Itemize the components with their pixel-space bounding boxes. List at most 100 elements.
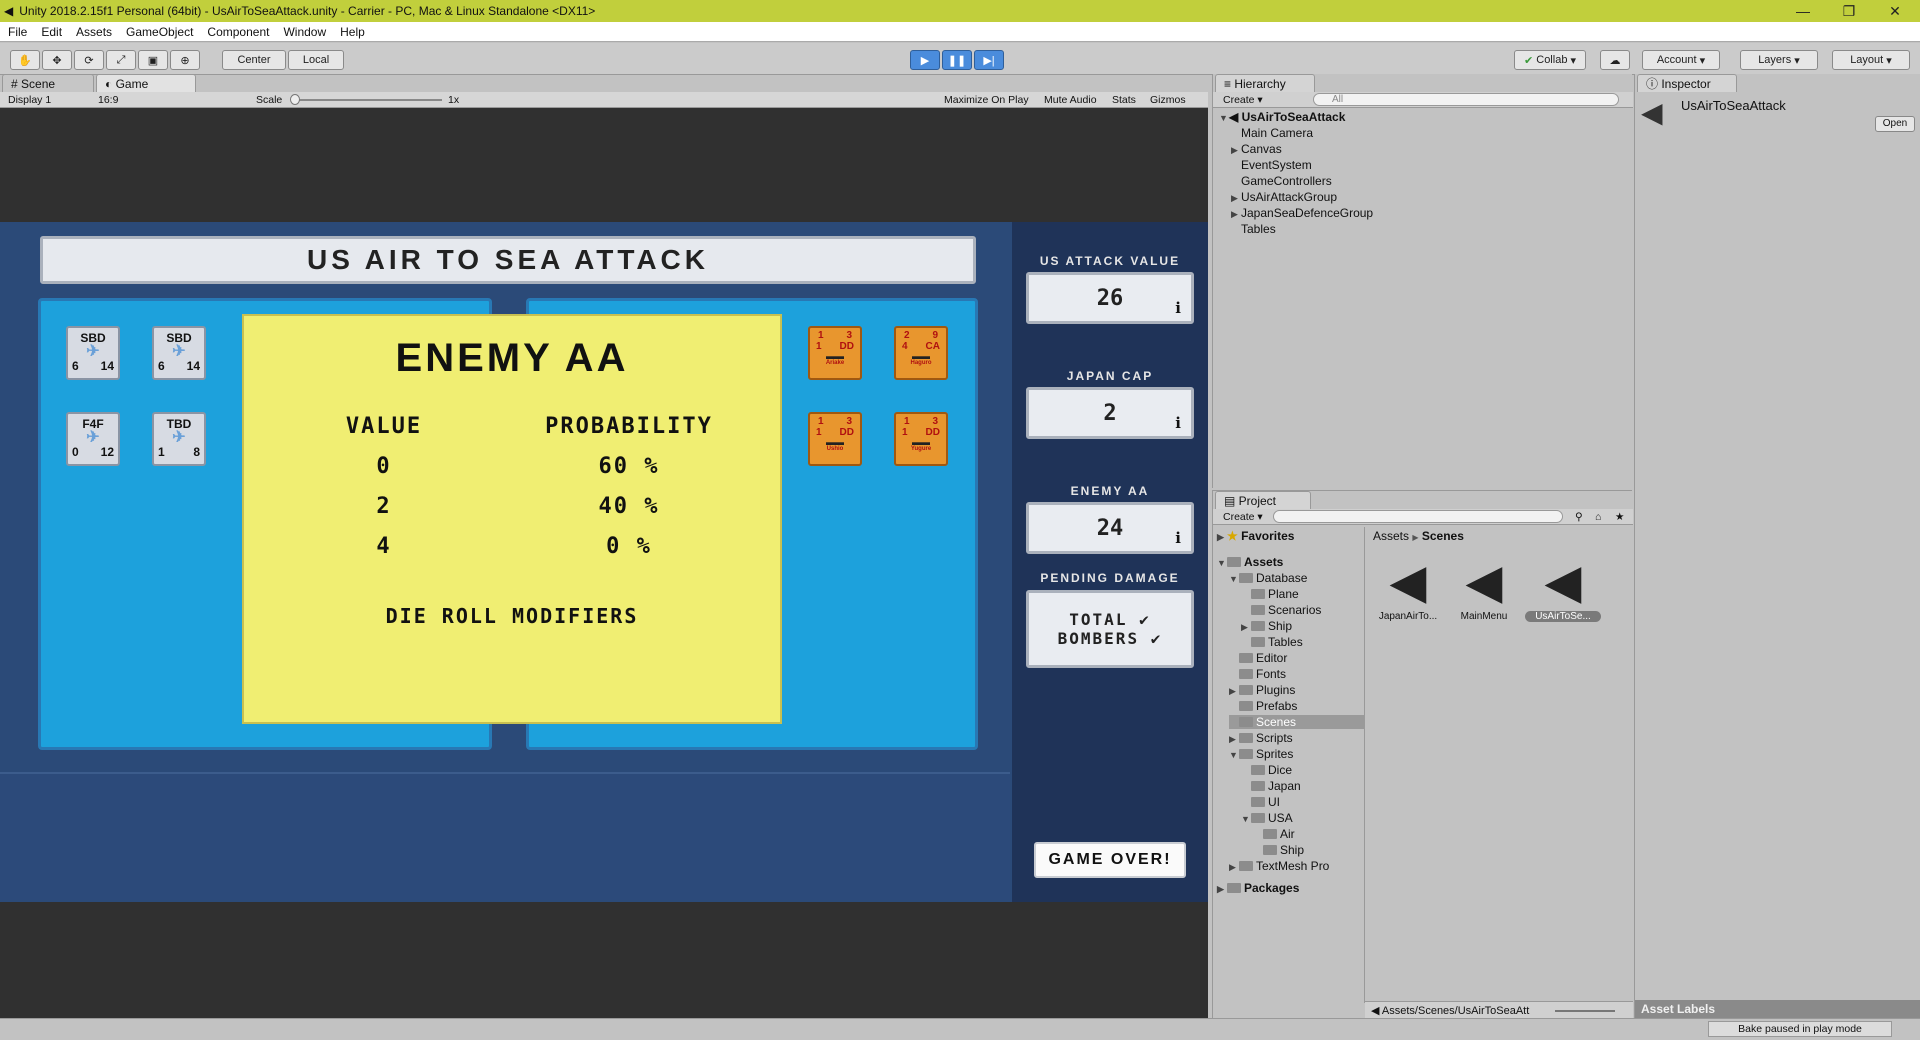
layers-dropdown[interactable]: Layers ▾ [1740,50,1818,70]
display-dropdown[interactable]: Display 1 [8,94,51,106]
folder-item[interactable]: ▶ TextMesh Pro [1229,859,1365,873]
favorites-item[interactable]: ▶ ★ Favorites [1217,529,1294,543]
hierarchy-item[interactable]: ▶ Canvas [1231,142,1282,156]
cloud-icon[interactable]: ☁ [1600,50,1630,70]
menu-help[interactable]: Help [340,25,365,39]
folder-item[interactable]: Tables [1241,635,1365,649]
expand-arrow-icon[interactable]: ▶ [1231,193,1241,204]
maximize-button[interactable]: ❐ [1826,0,1872,22]
folder-item[interactable]: Air [1253,827,1365,841]
info-icon[interactable]: i [1175,414,1181,432]
scene-asset-japan[interactable]: ◀ JapanAirTo... [1373,555,1443,622]
gizmos-dropdown[interactable]: Gizmos [1150,94,1186,106]
filter-type-icon[interactable]: ⚲ [1575,511,1583,523]
menu-assets[interactable]: Assets [76,25,112,39]
pivot-center-button[interactable]: Center [222,50,286,70]
close-button[interactable]: ✕ [1872,0,1918,22]
play-icon[interactable]: ▶ [910,50,940,70]
scale-tool-icon[interactable]: ⤢ [106,50,136,70]
tab-hierarchy[interactable]: ≡ Hierarchy [1215,74,1315,92]
filter-label-icon[interactable]: ⌂ [1595,511,1601,523]
us-counter-tbd[interactable]: TBD ✈ 18 [152,412,206,466]
expand-arrow-icon[interactable]: ▼ [1217,558,1227,568]
folder-item[interactable]: Plane [1241,587,1365,601]
collab-button[interactable]: ✔ Collab ▾ [1514,50,1586,70]
folder-item[interactable]: Scenarios [1241,603,1365,617]
expand-arrow-icon[interactable]: ▶ [1229,862,1239,873]
scale-slider[interactable] [292,99,442,101]
menu-edit[interactable]: Edit [41,25,62,39]
japan-counter-ushio[interactable]: 13 1 DD ▬▬ Ushio [808,412,862,466]
folder-item[interactable]: ▼ USA [1241,811,1365,825]
hierarchy-item[interactable]: EventSystem [1231,158,1312,172]
hand-tool-icon[interactable]: ✋ [10,50,40,70]
folder-item[interactable]: Prefabs [1229,699,1365,713]
folder-item[interactable]: ▶ Plugins [1229,683,1365,697]
expand-arrow-icon[interactable]: ▼ [1241,814,1251,824]
tab-project[interactable]: ▤ Project [1215,491,1311,509]
stats-toggle[interactable]: Stats [1112,94,1136,106]
hierarchy-create-button[interactable]: Create ▾ [1223,94,1263,106]
folder-item[interactable]: Dice [1241,763,1365,777]
us-counter-f4f[interactable]: F4F ✈ 0 12 [66,412,120,466]
maximize-on-play-toggle[interactable]: Maximize On Play [944,94,1029,106]
expand-arrow-icon[interactable]: ▶ [1231,145,1241,156]
us-counter-sbd-2[interactable]: SBD ✈ 6 14 [152,326,206,380]
folder-item[interactable]: Scenes [1229,715,1365,729]
expand-arrow-icon[interactable]: ▼ [1229,750,1239,760]
us-counter-sbd-1[interactable]: SBD ✈ 6 14 [66,326,120,380]
aspect-dropdown[interactable]: 16:9 [98,94,118,106]
expand-arrow-icon[interactable]: ▶ [1217,884,1227,895]
japan-counter-ariake[interactable]: 13 1 DD ▬▬ Ariake [808,326,862,380]
expand-arrow-icon[interactable]: ▼ [1219,113,1229,123]
assets-root[interactable]: ▼ Assets [1217,555,1283,569]
expand-arrow-icon[interactable]: ▶ [1217,532,1227,543]
hierarchy-item[interactable]: GameControllers [1231,174,1332,188]
info-icon[interactable]: i [1175,299,1181,317]
move-tool-icon[interactable]: ✥ [42,50,72,70]
rect-tool-icon[interactable]: ▣ [138,50,168,70]
expand-arrow-icon[interactable]: ▶ [1241,622,1251,633]
hierarchy-item[interactable]: Tables [1231,222,1276,236]
expand-arrow-icon[interactable]: ▶ [1229,686,1239,697]
folder-item[interactable]: ▼ Database [1229,571,1365,585]
step-icon[interactable]: ▶| [974,50,1004,70]
scene-asset-usairtosea[interactable]: ◀ UsAirToSe... [1525,555,1601,622]
favorite-star-icon[interactable]: ★ [1615,511,1624,523]
folder-item[interactable]: ▼ Sprites [1229,747,1365,761]
folder-item[interactable]: Editor [1229,651,1365,665]
folder-item[interactable]: Fonts [1229,667,1365,681]
info-icon[interactable]: i [1175,529,1181,547]
menu-gameobject[interactable]: GameObject [126,25,193,39]
game-over-button[interactable]: GAME OVER! [1034,842,1186,878]
hierarchy-item[interactable]: Main Camera [1231,126,1313,140]
hierarchy-search-input[interactable]: All [1313,93,1619,106]
menu-file[interactable]: File [8,25,27,39]
pause-icon[interactable]: ❚❚ [942,50,972,70]
scene-asset-mainmenu[interactable]: ◀ MainMenu [1449,555,1519,622]
scale-slider-handle[interactable] [290,94,300,105]
project-search-input[interactable] [1273,510,1563,523]
hierarchy-item[interactable]: ▶ JapanSeaDefenceGroup [1231,206,1373,220]
folder-item[interactable]: ▶ Ship [1241,619,1365,633]
layout-dropdown[interactable]: Layout ▾ [1832,50,1910,70]
folder-item[interactable]: Ship [1253,843,1365,857]
breadcrumb-assets[interactable]: Assets [1373,529,1409,543]
expand-arrow-icon[interactable]: ▶ [1229,734,1239,745]
project-create-button[interactable]: Create ▾ [1223,511,1263,523]
menu-window[interactable]: Window [283,25,326,39]
japan-counter-haguro[interactable]: 29 4 CA ▬▬ Haguro [894,326,948,380]
tab-scene[interactable]: # Scene [2,74,94,92]
tab-game[interactable]: ◐ Game [96,74,196,92]
japan-counter-yugure[interactable]: 13 1 DD ▬▬ Yugure [894,412,948,466]
hierarchy-root[interactable]: ▼◀ UsAirToSeaAttack [1219,110,1345,124]
menu-component[interactable]: Component [207,25,269,39]
hierarchy-item[interactable]: ▶ UsAirAttackGroup [1231,190,1337,204]
asset-labels-bar[interactable]: Asset Labels [1635,1000,1920,1018]
folder-item[interactable]: Japan [1241,779,1365,793]
tab-inspector[interactable]: ⓘ Inspector [1637,74,1737,92]
open-button[interactable]: Open [1875,116,1915,132]
transform-tool-icon[interactable]: ⊕ [170,50,200,70]
expand-arrow-icon[interactable]: ▶ [1231,209,1241,220]
mute-audio-toggle[interactable]: Mute Audio [1044,94,1097,106]
